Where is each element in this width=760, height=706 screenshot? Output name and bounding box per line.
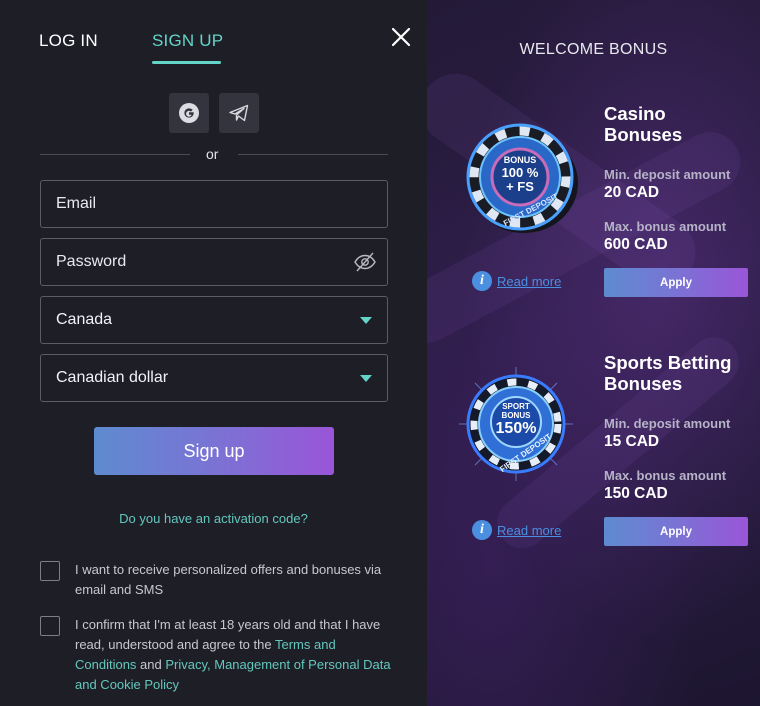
- sports-bonus-title-text: Sports Betting Bonuses: [604, 352, 732, 394]
- google-login-button[interactable]: [169, 93, 209, 133]
- email-field[interactable]: [40, 180, 388, 228]
- password-field[interactable]: [40, 238, 388, 286]
- and-text: and: [136, 657, 166, 672]
- google-icon: [179, 103, 199, 123]
- casino-bonus-title: Casino Bonuses: [604, 103, 684, 145]
- casino-chip-line2: 100 %: [502, 165, 539, 180]
- chevron-down-icon: [360, 317, 372, 324]
- casino-min-deposit-label: Min. deposit amount: [604, 167, 731, 182]
- close-icon[interactable]: [390, 26, 412, 48]
- auth-panel: LOG IN SIGN UP or Canada Canadian dolla: [0, 0, 427, 706]
- sports-read-more-link[interactable]: Read more: [497, 523, 561, 538]
- tab-login[interactable]: LOG IN: [39, 31, 98, 51]
- casino-max-bonus-value: 600 CAD: [604, 236, 668, 253]
- currency-value: Canadian dollar: [56, 369, 169, 386]
- or-text: or: [206, 146, 219, 162]
- signup-button[interactable]: Sign up: [94, 427, 334, 475]
- age-terms-consent-text: I confirm that I'm at least 18 years old…: [75, 615, 395, 695]
- eye-off-icon[interactable]: [353, 251, 377, 273]
- sports-bonus-title: Sports Betting Bonuses: [604, 352, 749, 394]
- chevron-down-icon: [360, 375, 372, 382]
- sports-min-deposit-label: Min. deposit amount: [604, 416, 731, 431]
- sports-chip-line3: 150%: [496, 420, 537, 437]
- welcome-bonus-panel: WELCOME BONUS BONUS 100 % + FS FIRST DEP…: [427, 0, 760, 706]
- telegram-icon: [229, 104, 249, 122]
- info-icon[interactable]: i: [472, 520, 492, 540]
- casino-bonus-title-text: Casino Bonuses: [604, 103, 683, 145]
- casino-bonus-chip: BONUS 100 % + FS FIRST DEPOSIT: [466, 123, 578, 233]
- telegram-login-button[interactable]: [219, 93, 259, 133]
- country-select[interactable]: Canada: [40, 296, 388, 344]
- activation-code-link[interactable]: Do you have an activation code?: [0, 511, 427, 526]
- tab-signup[interactable]: SIGN UP: [152, 31, 223, 51]
- divider: [238, 154, 388, 155]
- currency-select[interactable]: Canadian dollar: [40, 354, 388, 402]
- offers-consent-text: I want to receive personalized offers an…: [75, 562, 382, 597]
- casino-chip-line1: BONUS: [504, 155, 537, 165]
- casino-read-more-link[interactable]: Read more: [497, 274, 561, 289]
- sports-min-deposit-value: 15 CAD: [604, 433, 660, 450]
- email-input[interactable]: [56, 181, 346, 227]
- sports-chip-line1: SPORT: [502, 402, 530, 411]
- sports-max-bonus-value: 150 CAD: [604, 485, 668, 502]
- casino-apply-button[interactable]: Apply: [604, 268, 748, 297]
- password-input[interactable]: [56, 239, 346, 285]
- casino-chip-line3: + FS: [506, 179, 534, 194]
- country-value: Canada: [56, 311, 113, 328]
- welcome-bonus-title: WELCOME BONUS: [519, 41, 668, 58]
- active-tab-underline: [152, 61, 221, 64]
- info-icon[interactable]: i: [472, 271, 492, 291]
- sports-max-bonus-label: Max. bonus amount: [604, 468, 727, 483]
- sports-chip-line2: BONUS: [502, 411, 532, 420]
- age-terms-checkbox[interactable]: [40, 616, 60, 636]
- casino-min-deposit-value: 20 CAD: [604, 184, 660, 201]
- sports-bonus-chip: SPORT BONUS 150% FIRST DEPOSIT: [459, 367, 573, 481]
- divider: [40, 154, 190, 155]
- offers-checkbox[interactable]: [40, 561, 60, 581]
- sports-apply-button[interactable]: Apply: [604, 517, 748, 546]
- casino-max-bonus-label: Max. bonus amount: [604, 219, 727, 234]
